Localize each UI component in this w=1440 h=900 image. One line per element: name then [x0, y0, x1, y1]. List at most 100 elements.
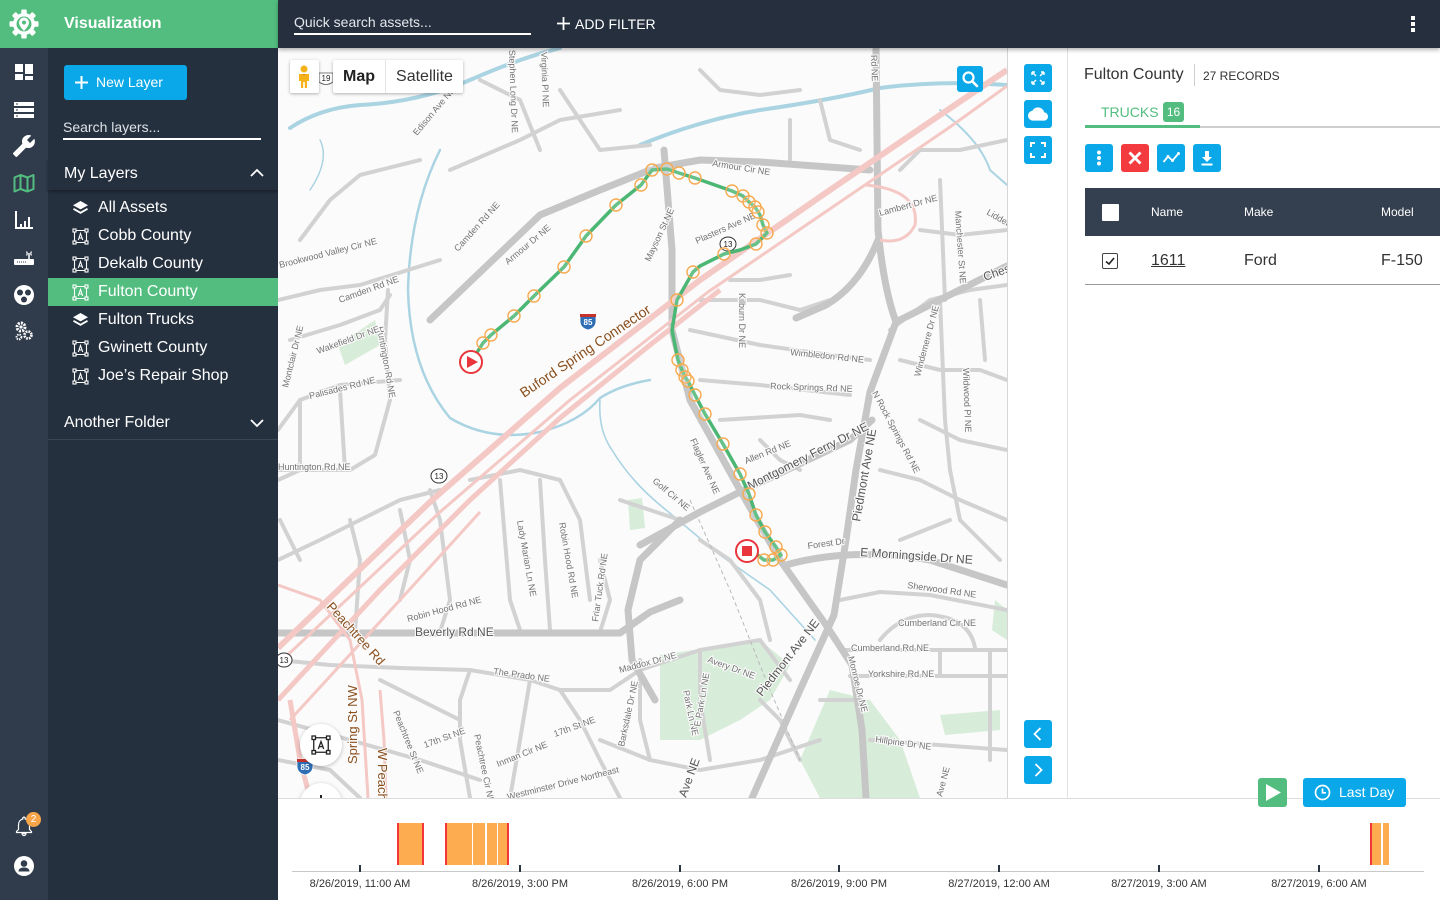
user-profile-button[interactable] — [12, 854, 36, 878]
rail-dashboard-button[interactable] — [12, 60, 36, 84]
timeline-activity-segment[interactable] — [487, 823, 497, 865]
route-point[interactable] — [716, 437, 730, 451]
route-point[interactable] — [660, 162, 674, 176]
rail-settings-button[interactable] — [12, 319, 36, 343]
more-actions-button[interactable] — [1085, 144, 1113, 172]
map-search-button[interactable] — [957, 66, 983, 92]
route-point[interactable] — [681, 374, 695, 388]
timeline-tick — [998, 865, 1000, 872]
route-point[interactable] — [717, 247, 731, 261]
chart-button[interactable] — [1157, 144, 1185, 172]
new-layer-button[interactable]: New Layer — [64, 65, 187, 100]
route-point[interactable] — [686, 265, 700, 279]
street-label: Wildwood Pl NE — [961, 368, 973, 433]
folder-another-folder[interactable]: Another Folder — [48, 406, 278, 440]
map-type-satellite-button[interactable]: Satellite — [386, 60, 463, 93]
play-history-button[interactable] — [1258, 778, 1287, 807]
expand-panel-button[interactable] — [1024, 756, 1052, 784]
timeline-activity-segment[interactable] — [497, 823, 510, 865]
more-options-button[interactable] — [1406, 14, 1420, 34]
timeline-activity-segment[interactable] — [472, 823, 486, 865]
delete-button[interactable] — [1121, 144, 1149, 172]
tab-trucks[interactable]: TRUCKS 16 — [1085, 100, 1200, 128]
street-label: Lambert Dr NE — [878, 193, 939, 218]
map-view[interactable]: Armour Cir NE Armour Dr NE Camden Rd NE … — [278, 48, 1007, 798]
rail-devices-button[interactable] — [12, 245, 36, 269]
layer-item-cobb-county[interactable]: Cobb County — [48, 222, 278, 250]
route-point[interactable] — [725, 184, 739, 198]
search-layers-input[interactable] — [63, 116, 261, 140]
record-count: 27 RECORDS — [1203, 69, 1280, 83]
route-point[interactable] — [757, 553, 771, 567]
map-type-map-button[interactable]: Map — [333, 60, 386, 93]
rail-assets-button[interactable] — [12, 98, 36, 122]
column-header-name[interactable]: Name — [1151, 188, 1183, 236]
layer-item-dekalb-county[interactable]: Dekalb County — [48, 250, 278, 278]
draw-shape-button[interactable] — [300, 724, 342, 766]
rail-places-button[interactable] — [12, 283, 36, 307]
shape-icon — [72, 368, 89, 385]
activity-timeline[interactable]: 8/26/2019, 11:00 AM 8/26/2019, 3:00 PM 8… — [278, 798, 1440, 900]
timeline-activity-segment[interactable] — [1383, 823, 1390, 865]
route-point[interactable] — [507, 309, 521, 323]
route-point[interactable] — [557, 260, 571, 274]
timeline-activity-segment[interactable] — [397, 823, 424, 865]
street-label: Peachtree St NE — [391, 709, 425, 775]
layer-item-gwinett-county[interactable]: Gwinett County — [48, 334, 278, 362]
folder-my-layers[interactable]: My Layers — [48, 158, 278, 190]
state-route-shield: 13 — [278, 652, 293, 668]
route-end-marker[interactable] — [735, 539, 759, 563]
fullscreen-icon — [1030, 142, 1046, 158]
rail-visualization-button[interactable] — [12, 171, 36, 195]
quick-search-input[interactable] — [294, 10, 531, 35]
route-point[interactable] — [760, 226, 774, 240]
shape-icon — [72, 228, 89, 245]
route-point[interactable] — [688, 171, 702, 185]
download-button[interactable] — [1193, 144, 1221, 172]
route-point[interactable] — [527, 289, 541, 303]
select-all-checkbox[interactable] — [1102, 204, 1119, 221]
route-point[interactable] — [645, 163, 659, 177]
route-point[interactable] — [670, 293, 684, 307]
layer-label: Fulton County — [98, 283, 198, 300]
route-point[interactable] — [698, 407, 712, 421]
route-point[interactable] — [742, 487, 756, 501]
time-range-button[interactable]: Last Day — [1303, 778, 1406, 807]
layers-sidebar: Visualization New Layer My Layers All As… — [48, 0, 278, 900]
route-point[interactable] — [751, 205, 765, 219]
route-start-marker[interactable] — [459, 350, 483, 374]
layer-item-joes-repair-shop[interactable]: Joe’s Repair Shop — [48, 362, 278, 390]
road — [298, 158, 422, 242]
route-point[interactable] — [749, 237, 763, 251]
row-checkbox[interactable] — [1102, 253, 1118, 269]
route-point[interactable] — [579, 229, 593, 243]
street-label: Robin Hood Rd NE — [557, 522, 580, 599]
route-point[interactable] — [672, 166, 686, 180]
route-point[interactable] — [749, 508, 763, 522]
layer-item-all-assets[interactable]: All Assets — [48, 194, 278, 222]
route-point[interactable] — [688, 388, 702, 402]
route-point[interactable] — [609, 198, 623, 212]
route-point[interactable] — [758, 525, 772, 539]
rail-reports-button[interactable] — [12, 208, 36, 232]
street-view-pegman[interactable] — [290, 60, 319, 93]
column-header-make[interactable]: Make — [1244, 188, 1273, 236]
layer-item-fulton-county[interactable]: Fulton County — [48, 278, 278, 306]
route-point[interactable] — [634, 178, 648, 192]
collapse-panel-button[interactable] — [1024, 720, 1052, 748]
rail-maintenance-button[interactable] — [12, 134, 36, 158]
map-canvas[interactable]: Armour Cir NE Armour Dr NE Camden Rd NE … — [278, 48, 1007, 798]
timeline-activity-segment[interactable] — [445, 823, 472, 865]
layer-item-fulton-trucks[interactable]: Fulton Trucks — [48, 306, 278, 334]
column-header-model[interactable]: Model — [1381, 188, 1414, 236]
route-point[interactable] — [733, 467, 747, 481]
fullscreen-button[interactable] — [1024, 136, 1052, 164]
app-logo[interactable] — [0, 0, 48, 48]
layer-label: Gwinett County — [98, 339, 208, 356]
timeline-activity-segment[interactable] — [1369, 823, 1382, 865]
expand-map-button[interactable] — [1024, 64, 1052, 92]
weather-layer-button[interactable] — [1024, 100, 1052, 128]
table-row[interactable]: 1611 Ford F-150 — [1085, 236, 1440, 285]
truck-name-link[interactable]: 1611 — [1151, 236, 1185, 285]
route-point[interactable] — [484, 328, 498, 342]
